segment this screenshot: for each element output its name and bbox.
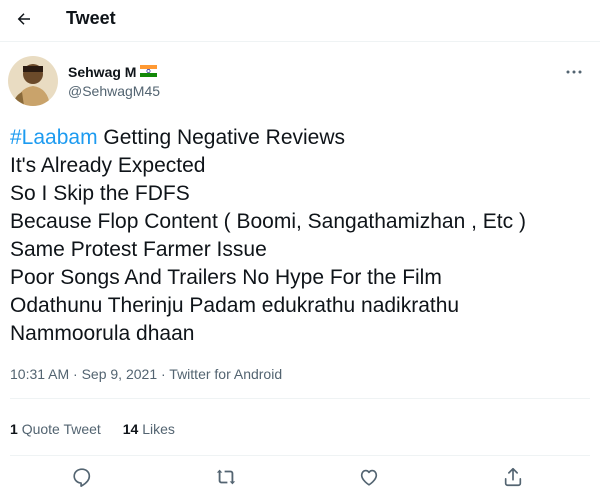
author-handle[interactable]: @SehwagM45: [68, 83, 160, 99]
reply-button[interactable]: [71, 466, 95, 490]
like-icon: [360, 469, 378, 486]
more-icon: [566, 70, 582, 74]
tweet-line: Same Protest Farmer Issue: [10, 238, 267, 261]
tweet-timestamp[interactable]: 10:31 AM · Sep 9, 2021 · Twitter for And…: [10, 366, 282, 382]
arrow-left-icon: [17, 13, 30, 25]
india-flag-icon: [140, 64, 158, 80]
share-icon: [504, 467, 522, 487]
tweet-line: Poor Songs And Trailers No Hype For the …: [10, 266, 442, 289]
tweet-line: It's Already Expected: [10, 154, 206, 177]
avatar[interactable]: [8, 56, 58, 106]
more-options-button[interactable]: [562, 60, 586, 84]
top-bar: Tweet: [0, 0, 600, 42]
reply-icon: [73, 468, 91, 487]
tweet-line: #Laabam Getting Negative Reviews: [10, 124, 590, 152]
quote-count: 1: [10, 421, 18, 437]
author-name-text: Sehwag M: [68, 64, 137, 80]
back-button[interactable]: [9, 4, 39, 34]
tweet-stats: 1 Quote Tweet 14 Likes: [10, 421, 193, 437]
likes-count: 14: [122, 421, 139, 437]
action-bar: [0, 458, 600, 498]
like-button[interactable]: [358, 466, 382, 490]
quote-label: Quote Tweet: [21, 421, 101, 437]
tweet-text: #Laabam Getting Negative Reviews It's Al…: [10, 124, 590, 348]
retweet-icon: [216, 469, 236, 485]
likes-stat[interactable]: 14 Likes: [123, 421, 175, 437]
hashtag-link[interactable]: #Laabam: [10, 126, 98, 149]
page-title: Tweet: [66, 8, 116, 28]
divider: [10, 398, 590, 399]
author-display-name[interactable]: Sehwag M: [68, 64, 158, 80]
tweet-line: Nammoorula dhaan: [10, 322, 195, 345]
tweet-line: Odathunu Therinju Padam edukrathu nadikr…: [10, 294, 460, 317]
tweet-line: Because Flop Content ( Boomi, Sangathami…: [10, 210, 526, 233]
share-button[interactable]: [502, 466, 526, 490]
tweet-line: So I Skip the FDFS: [10, 182, 190, 205]
retweet-button[interactable]: [215, 466, 239, 490]
divider: [10, 455, 590, 456]
likes-label: Likes: [142, 421, 175, 437]
quote-tweets-stat[interactable]: 1 Quote Tweet: [10, 421, 101, 437]
tweet-line-rest: Getting Negative Reviews: [97, 126, 346, 149]
